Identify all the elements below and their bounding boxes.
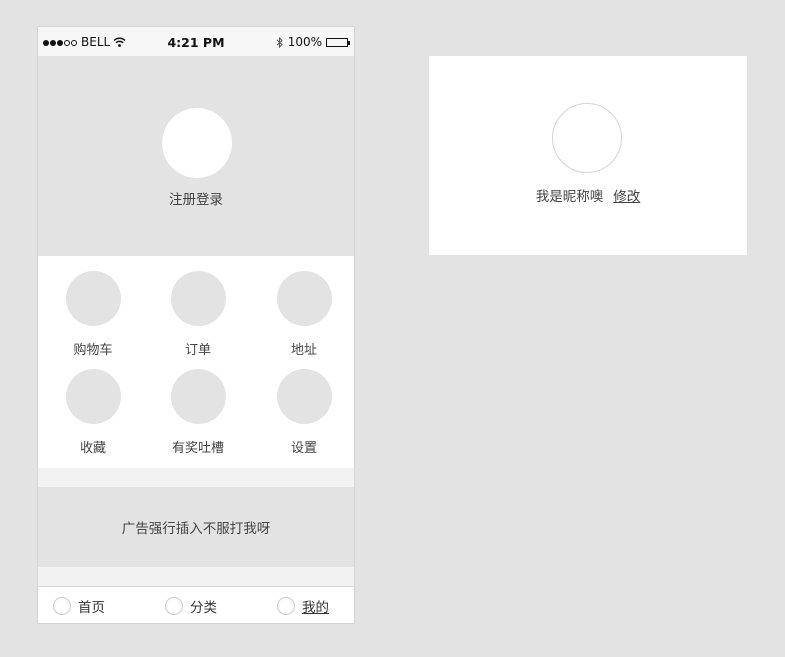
favorite-icon bbox=[65, 369, 121, 424]
home-icon bbox=[53, 597, 71, 615]
grid-item-label: 有奖吐槽 bbox=[171, 441, 224, 456]
grid-item-label: 地址 bbox=[290, 343, 317, 358]
avatar[interactable] bbox=[162, 108, 232, 178]
grid-item-label: 收藏 bbox=[79, 441, 106, 456]
edit-link[interactable]: 修改 bbox=[613, 189, 640, 205]
tab-label: 分类 bbox=[190, 600, 217, 616]
feedback-icon bbox=[170, 369, 226, 424]
bluetooth-icon bbox=[276, 36, 283, 48]
grid-item-address[interactable]: 地址 bbox=[264, 271, 344, 358]
grid-item-label: 购物车 bbox=[73, 343, 113, 358]
status-bar: BELL 4:21 PM 100% bbox=[38, 27, 354, 56]
tab-label: 我的 bbox=[302, 600, 329, 616]
profile-info: 我是昵称噢 修改 bbox=[429, 185, 747, 205]
tab-mine[interactable]: 我的 bbox=[277, 596, 329, 616]
tab-bar: 首页 分类 我的 bbox=[38, 586, 354, 623]
profile-avatar[interactable] bbox=[552, 103, 622, 173]
cart-icon bbox=[65, 271, 121, 326]
category-icon bbox=[165, 597, 183, 615]
grid-item-favorites[interactable]: 收藏 bbox=[53, 369, 133, 456]
battery-percent: 100% bbox=[287, 35, 322, 49]
grid-item-cart[interactable]: 购物车 bbox=[53, 271, 133, 358]
grid-item-settings[interactable]: 设置 bbox=[264, 369, 344, 456]
grid-item-feedback[interactable]: 有奖吐槽 bbox=[158, 369, 238, 456]
grid-item-orders[interactable]: 订单 bbox=[158, 271, 238, 358]
mine-icon bbox=[277, 597, 295, 615]
tab-category[interactable]: 分类 bbox=[165, 596, 217, 616]
register-login-link[interactable]: 注册登录 bbox=[38, 188, 354, 208]
order-icon bbox=[170, 271, 226, 326]
ad-banner[interactable]: 广告强行插入不服打我呀 bbox=[38, 487, 354, 567]
grid-item-label: 订单 bbox=[184, 343, 211, 358]
battery-group: 100% bbox=[276, 35, 350, 49]
settings-icon bbox=[276, 369, 332, 424]
battery-icon bbox=[326, 37, 350, 47]
tab-home[interactable]: 首页 bbox=[53, 596, 105, 616]
grid-item-label: 设置 bbox=[290, 441, 317, 456]
ad-text: 广告强行插入不服打我呀 bbox=[121, 521, 271, 537]
tab-label: 首页 bbox=[78, 600, 105, 616]
nickname: 我是昵称噢 bbox=[535, 189, 604, 205]
phone-frame: BELL 4:21 PM 100% 注册登录 购物车 订单 地址 收藏 有奖吐槽… bbox=[37, 26, 355, 624]
profile-header: 注册登录 bbox=[38, 56, 354, 256]
section-divider bbox=[38, 468, 354, 487]
profile-card: 我是昵称噢 修改 bbox=[429, 56, 747, 255]
address-icon bbox=[276, 271, 332, 326]
section-divider bbox=[38, 567, 354, 586]
